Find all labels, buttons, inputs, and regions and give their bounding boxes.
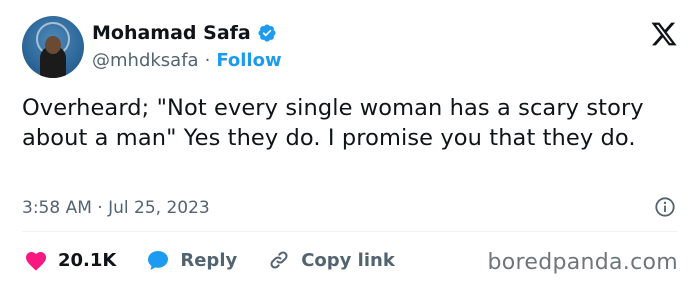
info-icon[interactable]	[654, 196, 676, 218]
avatar-head	[45, 36, 61, 54]
copy-link-label: Copy link	[301, 249, 395, 271]
author-handle[interactable]: @mhdksafa	[92, 50, 199, 71]
tweet-header: Mohamad Safa @mhdksafa · Follow	[22, 16, 682, 80]
tweet-timestamp[interactable]: 3:58 AM · Jul 25, 2023	[22, 198, 210, 218]
follow-button[interactable]: Follow	[216, 50, 281, 71]
like-button[interactable]: 20.1K	[24, 249, 116, 271]
link-icon	[270, 251, 288, 269]
name-row: Mohamad Safa	[92, 22, 277, 44]
reply-button[interactable]: Reply	[146, 249, 237, 271]
tweet-date: Jul 25, 2023	[108, 198, 210, 218]
copy-link-button[interactable]: Copy link	[267, 248, 395, 272]
like-count: 20.1K	[58, 249, 117, 271]
reply-label: Reply	[180, 249, 238, 271]
handle-row: @mhdksafa · Follow	[92, 50, 282, 71]
x-logo-icon[interactable]	[650, 20, 678, 48]
watermark: boredpanda.com	[487, 250, 678, 275]
reply-bubble-icon	[148, 251, 169, 270]
handle-separator: ·	[204, 50, 211, 71]
verified-badge-icon	[258, 24, 276, 42]
divider	[22, 231, 678, 232]
tweet-text: Overheard; "Not every single woman has a…	[22, 95, 644, 151]
author-name[interactable]: Mohamad Safa	[92, 22, 251, 44]
heart-icon	[26, 252, 46, 271]
timestamp-separator: ·	[97, 198, 103, 218]
tweet-actions: 20.1K Reply Copy link	[24, 248, 425, 272]
tweet-time: 3:58 AM	[22, 198, 92, 218]
avatar[interactable]	[22, 16, 84, 78]
